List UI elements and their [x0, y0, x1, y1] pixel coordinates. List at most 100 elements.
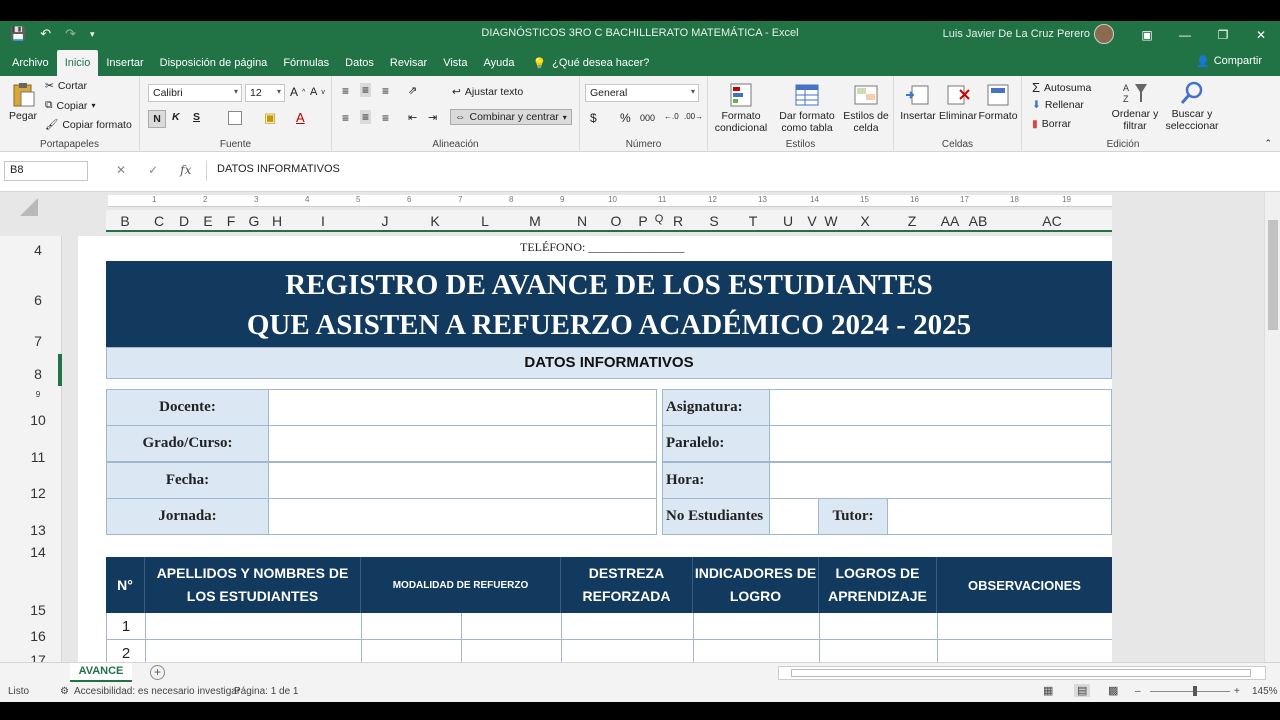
- orientation-icon[interactable]: ⇗: [408, 84, 417, 97]
- insert-function-icon[interactable]: fx: [180, 163, 191, 177]
- clear-button[interactable]: ▮ Borrar: [1032, 118, 1071, 130]
- column-header[interactable]: O: [611, 213, 622, 229]
- zoom-in-icon[interactable]: +: [1234, 686, 1240, 697]
- row-header[interactable]: 16: [30, 628, 46, 644]
- align-left-icon[interactable]: ≡: [342, 111, 349, 125]
- column-header[interactable]: L: [481, 213, 489, 229]
- hora-value[interactable]: [769, 462, 1112, 499]
- format-painter-button[interactable]: 🖌 Copiar formato: [45, 118, 132, 132]
- column-header[interactable]: K: [430, 213, 439, 229]
- cell-styles-button[interactable]: Estilos de celda: [842, 82, 890, 134]
- tab-formulas[interactable]: Fórmulas: [275, 50, 337, 76]
- row-header[interactable]: 11: [31, 449, 46, 465]
- underline-button[interactable]: S: [193, 111, 200, 123]
- paralelo-value[interactable]: [769, 425, 1112, 462]
- grado-curso-value[interactable]: [268, 425, 657, 462]
- restore-icon[interactable]: ❐: [1204, 21, 1242, 48]
- table-cell[interactable]: [694, 640, 820, 662]
- column-header[interactable]: F: [227, 213, 236, 229]
- table-cell[interactable]: [362, 640, 462, 662]
- no-estudiantes-label[interactable]: No Estudiantes: [662, 498, 770, 535]
- shrink-font-icon[interactable]: Av: [310, 86, 325, 98]
- column-header[interactable]: AA: [941, 213, 960, 229]
- share-button[interactable]: 👤 Compartir: [1196, 55, 1262, 68]
- fecha-value[interactable]: [268, 462, 657, 499]
- minimize-icon[interactable]: —: [1166, 21, 1204, 48]
- increase-indent-icon[interactable]: ⇥: [428, 111, 437, 124]
- paralelo-label[interactable]: Paralelo:: [662, 425, 770, 462]
- row-header[interactable]: 14: [30, 544, 46, 560]
- cancel-icon[interactable]: ✕: [116, 163, 126, 177]
- align-bottom-icon[interactable]: ≡: [382, 84, 389, 98]
- fill-button[interactable]: ⬇ Rellenar: [1032, 99, 1084, 111]
- bold-button[interactable]: N: [148, 110, 166, 128]
- th-names[interactable]: APELLIDOS Y NOMBRES DE LOS ESTUDIANTES: [145, 557, 361, 613]
- formula-input[interactable]: DATOS INFORMATIVOS: [206, 161, 1272, 181]
- horizontal-scrollbar[interactable]: [778, 666, 1266, 680]
- no-estudiantes-value[interactable]: [769, 498, 819, 535]
- grado-curso-label[interactable]: Grado/Curso:: [106, 425, 269, 462]
- th-logros[interactable]: LOGROS DE APRENDIZAJE: [819, 557, 937, 613]
- percent-button[interactable]: %: [620, 111, 631, 125]
- insert-cells-button[interactable]: Insertar: [900, 82, 936, 122]
- align-right-icon[interactable]: ≡: [382, 111, 389, 125]
- column-header[interactable]: U: [783, 213, 793, 229]
- spreadsheet-page[interactable]: TELÉFONO: ________________ REGISTRO DE A…: [78, 236, 1112, 662]
- row-header[interactable]: 10: [30, 412, 46, 428]
- decrease-decimal-icon[interactable]: .00→: [684, 112, 703, 121]
- scrollbar-thumb[interactable]: [791, 669, 1251, 677]
- zoom-slider[interactable]: [1150, 691, 1230, 692]
- table-cell[interactable]: [938, 640, 1112, 662]
- column-header[interactable]: D: [179, 213, 189, 229]
- column-header[interactable]: W: [824, 213, 837, 229]
- datos-informativos-header[interactable]: DATOS INFORMATIVOS: [106, 347, 1112, 379]
- name-box[interactable]: B8: [4, 161, 88, 181]
- paste-button[interactable]: Pegar: [6, 82, 40, 122]
- conditional-format-button[interactable]: Formato condicional: [712, 82, 770, 134]
- row-header[interactable]: 6: [34, 292, 42, 308]
- row-header[interactable]: 4: [34, 242, 42, 258]
- row-number[interactable]: 1: [107, 613, 146, 640]
- table-cell[interactable]: [820, 613, 938, 640]
- thousands-button[interactable]: 000: [640, 113, 655, 123]
- tab-ayuda[interactable]: Ayuda: [475, 50, 522, 76]
- column-header[interactable]: I: [321, 213, 325, 229]
- align-top-icon[interactable]: ≡: [342, 84, 349, 98]
- column-header[interactable]: C: [154, 213, 164, 229]
- th-destreza[interactable]: DESTREZA REFORZADA: [561, 557, 693, 613]
- column-header[interactable]: S: [709, 213, 718, 229]
- asignatura-label[interactable]: Asignatura:: [662, 389, 770, 426]
- italic-button[interactable]: K: [172, 111, 180, 123]
- column-header[interactable]: AB: [969, 213, 988, 229]
- format-cells-button[interactable]: Formato: [978, 82, 1018, 122]
- accessibility-icon[interactable]: ⚙: [60, 686, 69, 697]
- decrease-indent-icon[interactable]: ⇤: [408, 111, 417, 124]
- column-header[interactable]: X: [860, 213, 869, 229]
- zoom-out-icon[interactable]: –: [1135, 686, 1141, 697]
- column-header[interactable]: V: [807, 213, 816, 229]
- fecha-label[interactable]: Fecha:: [106, 462, 269, 499]
- tab-vista[interactable]: Vista: [435, 50, 475, 76]
- table-cell[interactable]: [362, 613, 462, 640]
- row-header[interactable]: 8: [34, 366, 42, 382]
- row-header[interactable]: 13: [30, 522, 46, 538]
- column-header[interactable]: M: [529, 213, 541, 229]
- enter-icon[interactable]: ✓: [148, 163, 158, 177]
- format-as-table-button[interactable]: Dar formato como tabla: [776, 82, 838, 134]
- row-header[interactable]: 15: [30, 602, 46, 618]
- tell-me-box[interactable]: 💡 ¿Qué desea hacer?: [522, 50, 649, 76]
- borders-icon[interactable]: [228, 111, 242, 125]
- docente-label[interactable]: Docente:: [106, 389, 269, 426]
- tab-insertar[interactable]: Insertar: [98, 50, 151, 76]
- zoom-level[interactable]: 145%: [1252, 686, 1278, 697]
- row-number[interactable]: 2: [107, 640, 146, 662]
- hora-label[interactable]: Hora:: [662, 462, 770, 499]
- column-header[interactable]: R: [673, 213, 683, 229]
- column-header[interactable]: Z: [908, 213, 917, 229]
- column-header[interactable]: P: [638, 213, 647, 229]
- column-header[interactable]: B: [120, 213, 129, 229]
- number-format-select[interactable]: General: [585, 84, 699, 102]
- find-select-button[interactable]: Buscar y seleccionar: [1162, 80, 1222, 132]
- tab-revisar[interactable]: Revisar: [382, 50, 435, 76]
- table-cell[interactable]: [146, 640, 362, 662]
